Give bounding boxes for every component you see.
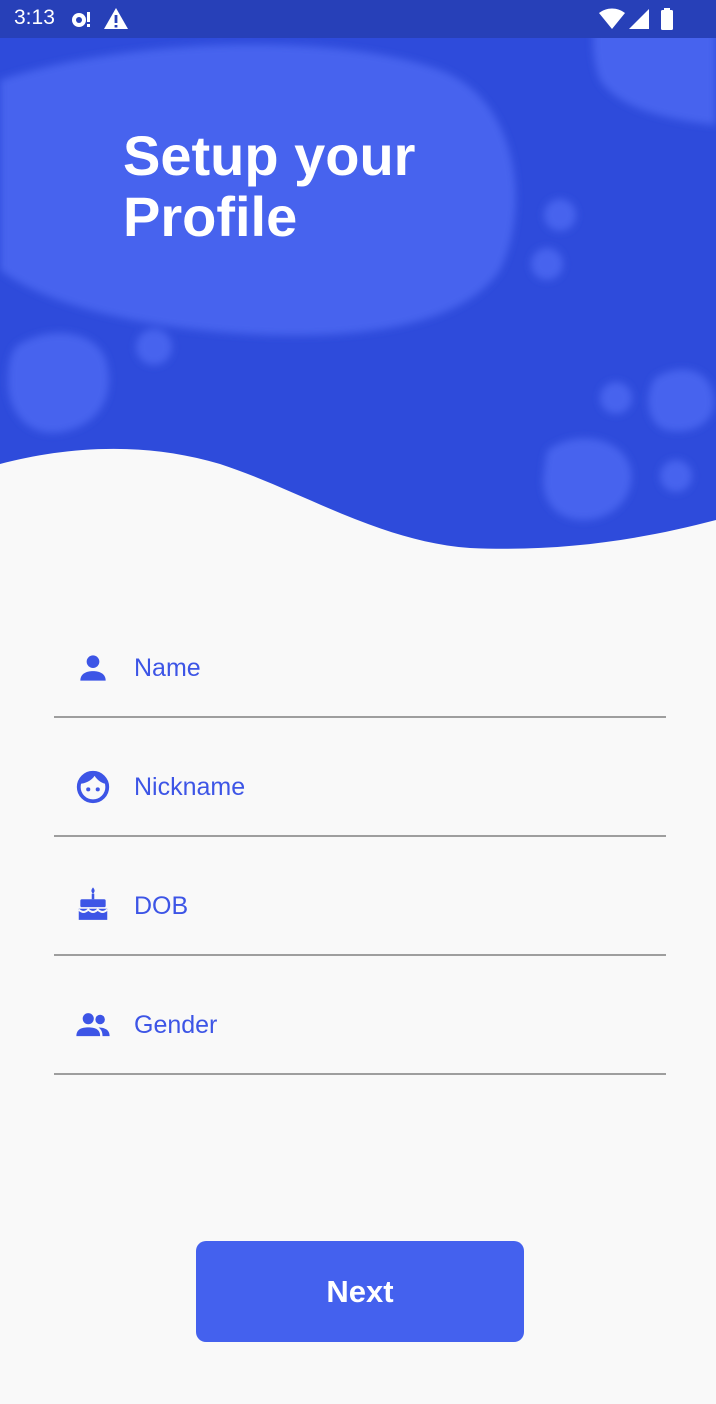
signal-icon	[627, 7, 651, 36]
person-icon	[74, 649, 112, 687]
name-input[interactable]	[134, 643, 654, 693]
next-button[interactable]: Next	[196, 1241, 524, 1342]
gender-field[interactable]	[54, 956, 666, 1075]
status-time: 3:13	[14, 6, 55, 29]
name-field[interactable]	[54, 599, 666, 718]
page-title: Setup your Profile	[123, 124, 416, 248]
dob-input[interactable]	[134, 881, 654, 931]
status-bar: 3:13	[0, 0, 716, 38]
nickname-input[interactable]	[134, 762, 654, 812]
gender-input[interactable]	[134, 1000, 654, 1050]
wifi-icon	[598, 7, 626, 36]
warning-icon	[103, 7, 129, 36]
face-icon	[74, 768, 112, 806]
nickname-field[interactable]	[54, 718, 666, 837]
battery-icon	[658, 7, 676, 36]
notification-icon	[69, 7, 93, 36]
cake-icon	[74, 885, 112, 923]
header-background	[0, 0, 716, 560]
dob-field[interactable]	[54, 837, 666, 956]
people-icon	[74, 1006, 112, 1044]
header-wave-shape	[0, 0, 716, 549]
